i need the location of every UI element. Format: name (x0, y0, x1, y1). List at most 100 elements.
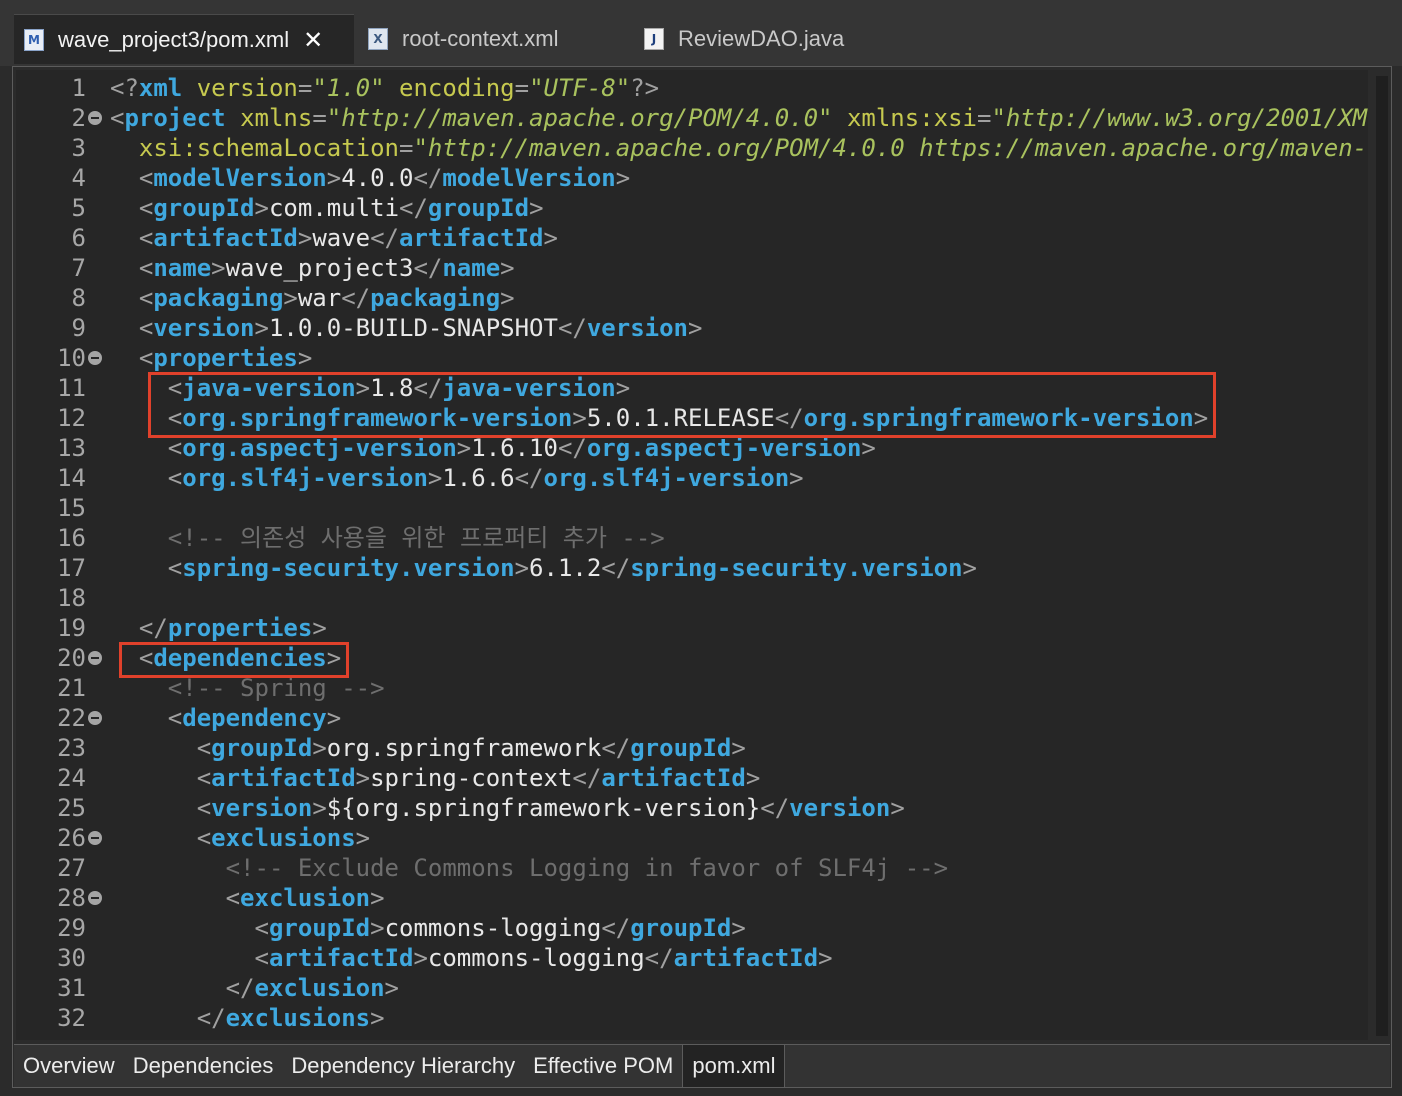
token-comment: <!-- 의존성 사용을 위한 프로퍼티 추가 --> (167, 524, 665, 552)
code-line-31[interactable]: 31 </exclusion> (16, 973, 1366, 1003)
code-line-1[interactable]: 1 <?xml version="1.0" encoding="UTF-8"?> (16, 73, 1366, 103)
token-tag-name: org.aspectj-version (182, 434, 457, 462)
code-line-14[interactable]: 14 <org.slf4j-version>1.6.6</org.slf4j-v… (16, 463, 1366, 493)
token-punct: > (384, 974, 399, 1002)
token-tag-name: exclusions (225, 1004, 371, 1032)
code-line-5[interactable]: 5 <groupId>com.multi</groupId> (16, 193, 1366, 223)
line-number: 23 (57, 734, 86, 762)
tab-dependencies[interactable]: Dependencies (124, 1045, 283, 1087)
version-properties-highlight (147, 372, 1217, 438)
code-content: <version>${org.springframework-version}<… (110, 793, 905, 823)
code-line-7[interactable]: 7 <name>wave_project3</name> (16, 253, 1366, 283)
line-number: 7 (71, 254, 86, 282)
code-line-6[interactable]: 6 <artifactId>wave</artifactId> (16, 223, 1366, 253)
token-punct: > (745, 764, 761, 792)
token-punct: > (413, 944, 428, 972)
token-tag-name: artifactId (601, 764, 746, 792)
xml-source-editor[interactable]: 1 <?xml version="1.0" encoding="UTF-8"?> 2… (16, 70, 1368, 1040)
token-tag-name: exclusions (211, 824, 356, 852)
token-punct: </ (557, 434, 587, 462)
token-punct: > (456, 434, 472, 462)
collapse-fold-icon[interactable] (88, 351, 102, 365)
token-punct: < (110, 104, 125, 132)
code-line-32[interactable]: 32 </exclusions> (16, 1003, 1366, 1033)
line-number: 26 (57, 824, 86, 852)
token-text: wave_project3 (225, 254, 414, 282)
close-tab-icon[interactable]: ✕ (303, 26, 323, 54)
code-line-2[interactable]: 2 <project xmlns="http://maven.apache.org… (16, 103, 1368, 133)
token-punct: > (861, 434, 876, 462)
token-punct: </ (225, 974, 255, 1002)
token-attr-name: xsi:schemaLocation (138, 134, 399, 162)
code-line-4[interactable]: 4 <modelVersion>4.0.0</modelVersion> (16, 163, 1366, 193)
tab-effective-pom[interactable]: Effective POM (524, 1045, 682, 1087)
token-punct: = (312, 104, 327, 132)
code-line-24[interactable]: 24 <artifactId>spring-context</artifactI… (16, 763, 1366, 793)
vertical-scrollbar[interactable] (1376, 76, 1388, 1036)
collapse-fold-icon[interactable] (88, 891, 102, 905)
tab-dependency-hierarchy[interactable]: Dependency Hierarchy (282, 1045, 524, 1087)
token-punct: <? (110, 74, 139, 102)
code-line-10[interactable]: 10 <properties> (16, 343, 1366, 373)
code-content: <project xmlns="http://maven.apache.org/… (110, 103, 1367, 133)
token-tag-name: name (442, 254, 501, 282)
code-line-9[interactable]: 9 <version>1.0.0-BUILD-SNAPSHOT</version… (16, 313, 1366, 343)
token-punct: < (138, 194, 154, 222)
token-punct: > (326, 704, 342, 732)
collapse-fold-icon[interactable] (88, 111, 102, 125)
collapse-fold-icon[interactable] (88, 651, 102, 665)
collapse-fold-icon[interactable] (88, 711, 102, 725)
code-line-25[interactable]: 25 <version>${org.springframework-versio… (16, 793, 1366, 823)
code-content: <modelVersion>4.0.0</modelVersion> (110, 163, 630, 193)
code-line-16[interactable]: 16 <!-- 의존성 사용을 위한 프로퍼티 추가 --> (16, 523, 1366, 553)
code-line-15[interactable]: 15 (16, 493, 1366, 523)
tab-label: ReviewDAO.java (678, 26, 845, 51)
code-line-3[interactable]: 3 xsi:schemaLocation="http://maven.apach… (16, 133, 1368, 163)
code-line-23[interactable]: 23 <groupId>org.springframework</groupId… (16, 733, 1366, 763)
token-punct: </ (557, 314, 587, 342)
token-tag-name: groupId (211, 734, 313, 762)
code-line-8[interactable]: 8 <packaging>war</packaging> (16, 283, 1366, 313)
token-punct: > (370, 1004, 385, 1032)
code-content: </exclusions> (110, 1003, 385, 1033)
token-punct: > (312, 794, 327, 822)
token-text: 1.6.6 (442, 464, 515, 492)
code-content: xsi:schemaLocation="http://maven.apache.… (110, 133, 1367, 163)
tab-root-context-xml[interactable]: X root-context.xml (368, 14, 618, 64)
token-attr-name: encoding (399, 74, 515, 102)
line-number: 32 (57, 1004, 86, 1032)
code-content: <?xml version="1.0" encoding="UTF-8"?> (110, 73, 659, 103)
token-attr-value: "1.0" (312, 74, 385, 102)
code-line-26[interactable]: 26 <exclusions> (16, 823, 1366, 853)
token-punct: < (196, 734, 212, 762)
line-number: 17 (57, 554, 86, 582)
code-line-29[interactable]: 29 <groupId>commons-logging</groupId> (16, 913, 1366, 943)
line-number: 18 (57, 584, 86, 612)
tab-pom-xml[interactable]: M wave_project3/pom.xml ✕ (14, 14, 354, 64)
line-number: 12 (57, 404, 86, 432)
token-punct: > (890, 794, 905, 822)
tab-pom-xml-source[interactable]: pom.xml (682, 1045, 786, 1087)
code-content: <exclusions> (110, 823, 370, 853)
code-line-22[interactable]: 22 <dependency> (16, 703, 1366, 733)
code-content: </properties> (110, 613, 327, 643)
token-tag-name: org.slf4j-version (182, 464, 428, 492)
token-tag-name: properties (153, 344, 298, 372)
code-line-19[interactable]: 19 </properties> (16, 613, 1366, 643)
tab-overview[interactable]: Overview (14, 1045, 124, 1087)
code-line-30[interactable]: 30 <artifactId>commons-logging</artifact… (16, 943, 1366, 973)
code-line-28[interactable]: 28 <exclusion> (16, 883, 1366, 913)
token-comment: <!-- Spring --> (167, 674, 385, 702)
collapse-fold-icon[interactable] (88, 831, 102, 845)
code-line-18[interactable]: 18 (16, 583, 1366, 613)
tab-reviewdao-java[interactable]: J ReviewDAO.java (644, 14, 884, 64)
code-line-27[interactable]: 27 <!-- Exclude Commons Logging in favor… (16, 853, 1366, 883)
line-number: 13 (57, 434, 86, 462)
token-tag-name: groupId (630, 914, 732, 942)
code-line-17[interactable]: 17 <spring-security.version>6.1.2</sprin… (16, 553, 1366, 583)
token-tag-name: modelVersion (153, 164, 327, 192)
